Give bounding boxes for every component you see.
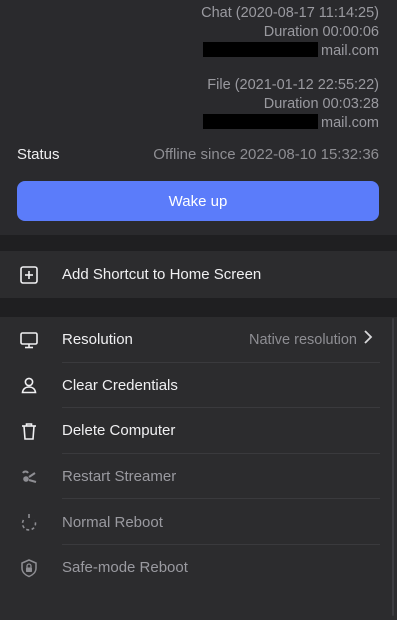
session-duration: Duration 00:03:28 <box>263 96 379 112</box>
section-divider <box>0 235 397 251</box>
restart-streamer-row[interactable]: Restart Streamer <box>0 454 397 500</box>
user-icon <box>18 374 40 396</box>
shield-lock-icon <box>18 557 40 579</box>
session-type: Chat (2020-08-17 11:14:25) <box>201 5 379 21</box>
scrollbar[interactable] <box>392 318 394 616</box>
email-domain: mail.com <box>320 115 379 131</box>
computer-actions-list: Resolution Native resolution Clear Crede… <box>0 317 397 591</box>
safe-mode-reboot-row[interactable]: Safe-mode Reboot <box>0 545 397 591</box>
trash-icon <box>18 420 40 442</box>
safe-mode-reboot-label: Safe-mode Reboot <box>62 559 188 577</box>
reboot-icon <box>18 511 40 533</box>
session-duration: Duration 00:00:06 <box>263 24 379 40</box>
normal-reboot-row[interactable]: Normal Reboot <box>0 499 397 545</box>
email-domain: mail.com <box>320 43 379 59</box>
redacted-email <box>202 114 318 129</box>
session-user: mail.com <box>202 114 379 133</box>
delete-computer-label: Delete Computer <box>62 422 176 440</box>
status-value: Offline since 2022-08-10 15:32:36 <box>153 146 379 163</box>
session-file: File (2021-01-12 22:55:22) Duration 00:0… <box>202 76 379 133</box>
add-shortcut-row[interactable]: Add Shortcut to Home Screen <box>0 251 397 298</box>
wake-up-button[interactable]: Wake up <box>17 181 379 221</box>
status-label: Status <box>17 146 60 163</box>
chevron-right-icon <box>363 330 373 349</box>
add-shortcut-label: Add Shortcut to Home Screen <box>62 266 262 283</box>
normal-reboot-label: Normal Reboot <box>62 513 163 531</box>
clear-credentials-label: Clear Credentials <box>62 376 178 394</box>
resolution-label: Resolution <box>62 331 133 349</box>
delete-computer-row[interactable]: Delete Computer <box>0 408 397 454</box>
session-user: mail.com <box>201 42 379 61</box>
session-chat: Chat (2020-08-17 11:14:25) Duration 00:0… <box>201 4 379 61</box>
resolution-value: Native resolution <box>249 331 357 348</box>
section-divider <box>0 298 397 317</box>
resolution-row[interactable]: Resolution Native resolution <box>0 317 397 363</box>
restart-streamer-icon <box>18 466 40 488</box>
clear-credentials-row[interactable]: Clear Credentials <box>0 363 397 409</box>
plus-square-icon <box>18 264 40 286</box>
restart-streamer-label: Restart Streamer <box>62 468 177 486</box>
computer-details-panel: Chat (2020-08-17 11:14:25) Duration 00:0… <box>0 0 397 235</box>
monitor-icon <box>18 329 40 351</box>
redacted-email <box>202 42 318 57</box>
session-type: File (2021-01-12 22:55:22) <box>207 77 379 93</box>
